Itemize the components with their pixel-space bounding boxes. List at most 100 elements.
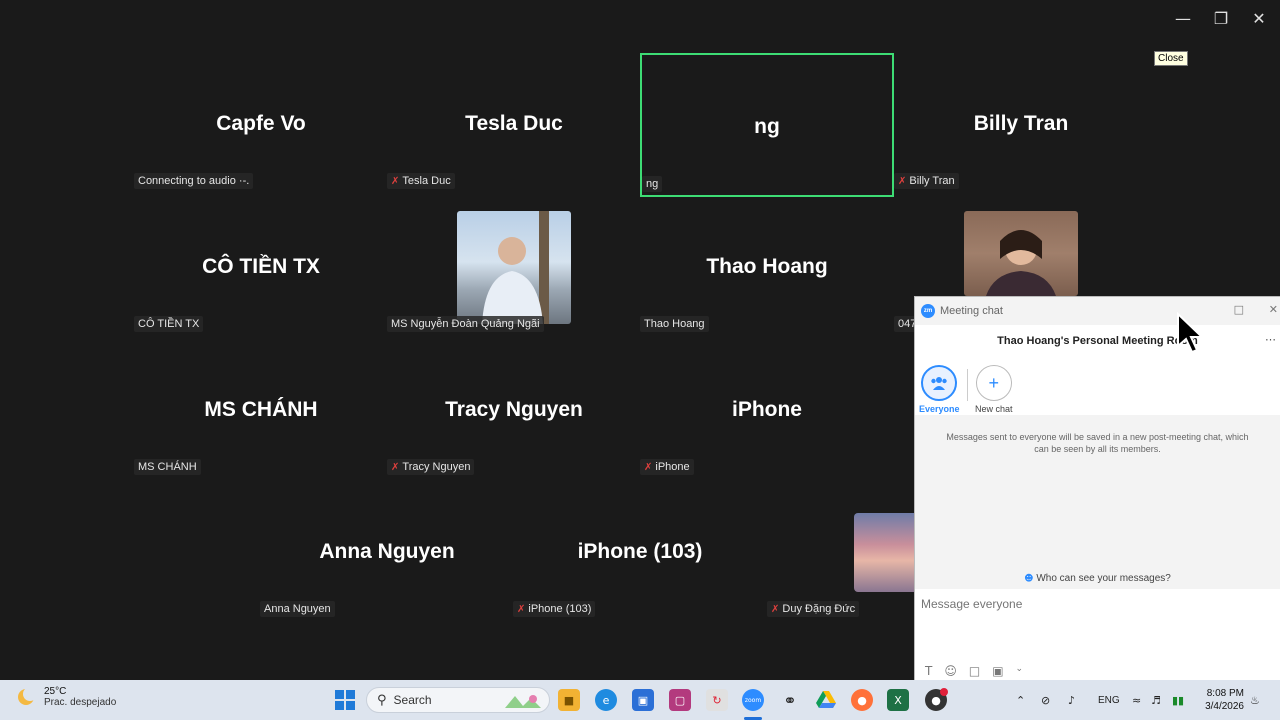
more-options-icon[interactable]: ⋯ xyxy=(1265,333,1276,346)
participant-label: ✗ Duy Đặng Đức xyxy=(767,601,860,617)
everyone-label: Everyone xyxy=(919,404,960,414)
participant-tile[interactable]: iPhone ✗ iPhone xyxy=(640,338,894,481)
sync-icon[interactable]: ↻ xyxy=(706,689,728,711)
participant-name: ng xyxy=(754,115,780,138)
restore-icon[interactable]: ❐ xyxy=(1202,6,1240,30)
participant-tile[interactable]: Tracy Nguyen ✗ Tracy Nguyen xyxy=(387,338,641,481)
active-speaker-tile[interactable]: ng ng xyxy=(640,53,894,197)
compose-area: T ☺ □ ▣ ⌄ xyxy=(915,589,1280,680)
participant-video-tile[interactable]: MS Nguyễn Đoàn Quảng Ngãi xyxy=(387,195,641,338)
globe-icon[interactable]: ⚭ xyxy=(779,689,801,711)
clock-date: 3/4/2026 xyxy=(1205,701,1244,712)
close-tooltip: Close xyxy=(1154,51,1188,66)
taskbar-search[interactable]: ⚲ Search xyxy=(366,687,550,713)
google-drive-icon[interactable] xyxy=(815,689,837,711)
participant-label-text: Tesla Duc xyxy=(402,175,451,187)
file-icon[interactable]: □ xyxy=(969,664,980,678)
chevron-down-icon[interactable]: ⌄ xyxy=(1016,664,1024,678)
participant-photo-icon xyxy=(986,230,1056,296)
participant-label-text: Connecting to audio ·-. xyxy=(138,175,250,187)
room-title: Thao Hoang's Personal Meeting Room xyxy=(997,335,1198,347)
participant-label-text: iPhone (103) xyxy=(528,603,592,615)
system-clock[interactable]: 8:08 PM 3/4/2026 xyxy=(1205,687,1244,713)
bluetooth-off-icon[interactable]: ⊘ xyxy=(1041,680,1050,720)
chat-window-title: Meeting chat xyxy=(940,305,1003,317)
participant-label: Thao Hoang xyxy=(640,316,709,332)
firefox-icon[interactable]: ● xyxy=(851,689,873,711)
participant-video xyxy=(964,211,1078,296)
people-icon xyxy=(921,365,958,401)
notifications-bell-icon[interactable]: ♨ xyxy=(1250,680,1260,720)
plus-icon: + xyxy=(975,365,1012,401)
participant-label: ng xyxy=(642,176,663,192)
zoom-app-icon[interactable]: zoom xyxy=(742,689,764,711)
participant-label: ✗ Tesla Duc xyxy=(387,173,455,189)
close-icon[interactable]: ✕ xyxy=(1240,6,1278,30)
participant-label-text: MS CHÁNH xyxy=(138,461,197,473)
who-can-see-link[interactable]: ☻ Who can see your messages? xyxy=(915,573,1280,584)
participant-name: MS CHÁNH xyxy=(204,398,318,421)
taskbar: 25°C Prac. despejado ⚲ Search ■ e ▣ ▢ ↻ … xyxy=(0,680,1280,720)
participant-tile[interactable]: Tesla Duc ✗ Tesla Duc xyxy=(387,52,641,195)
chat-titlebar[interactable]: zm Meeting chat □ ✕ xyxy=(915,297,1280,325)
participant-label: Connecting to audio ·-. xyxy=(134,173,254,189)
mic-muted-icon: ✗ xyxy=(391,175,400,187)
participant-label-text: MS Nguyễn Đoàn Quảng Ngãi xyxy=(391,318,540,330)
wifi-icon[interactable]: ≈ xyxy=(1132,680,1141,720)
participant-label: CÔ TIỀN TX xyxy=(134,316,204,332)
volume-icon[interactable]: ♬ xyxy=(1151,680,1161,720)
edge-browser-icon[interactable]: e xyxy=(595,689,617,711)
participant-name: iPhone xyxy=(731,398,802,421)
weather-widget[interactable]: 25°C Prac. despejado xyxy=(16,686,116,708)
weather-moon-icon xyxy=(18,687,37,705)
everyone-chat-button[interactable]: Everyone xyxy=(919,365,960,414)
mic-muted-icon: ✗ xyxy=(517,603,526,615)
clock-time: 8:08 PM xyxy=(1206,688,1244,699)
participant-tile[interactable]: MS CHÁNH MS CHÁNH xyxy=(134,338,388,481)
windows-start-icon[interactable] xyxy=(334,689,356,711)
participant-tile[interactable]: Thao Hoang Thao Hoang xyxy=(640,195,894,338)
weather-description: Prac. despejado xyxy=(44,697,117,708)
participant-label: MS CHÁNH xyxy=(134,459,201,475)
participant-label-text: Anna Nguyen xyxy=(264,603,331,615)
search-icon: ⚲ xyxy=(377,692,387,708)
participant-label-text: Duy Đặng Đức xyxy=(782,603,856,615)
participant-label: MS Nguyễn Đoàn Quảng Ngãi xyxy=(387,316,544,332)
chat-maximize-icon[interactable]: □ xyxy=(1234,303,1244,316)
store-icon[interactable]: ▣ xyxy=(632,689,654,711)
compose-toolbar: T ☺ □ ▣ ⌄ xyxy=(925,664,1023,678)
app-icon[interactable]: ▢ xyxy=(669,689,691,711)
participant-name: Thao Hoang xyxy=(706,255,828,278)
microphone-icon[interactable]: ♪ xyxy=(1068,680,1075,720)
excel-icon[interactable]: X xyxy=(887,689,909,711)
participant-tile[interactable]: Anna Nguyen Anna Nguyen xyxy=(260,480,514,623)
mouse-cursor-icon xyxy=(1177,312,1205,354)
participant-name: Billy Tran xyxy=(973,112,1069,135)
participant-label: ✗ iPhone xyxy=(640,459,694,475)
notification-badge xyxy=(940,688,948,696)
chat-close-icon[interactable]: ✕ xyxy=(1269,303,1278,316)
divider xyxy=(967,369,968,401)
participant-label-text: Billy Tran xyxy=(909,175,955,187)
new-chat-button[interactable]: + New chat xyxy=(975,365,1013,414)
language-indicator[interactable]: ENG xyxy=(1098,680,1120,720)
screenshot-icon[interactable]: ▣ xyxy=(992,664,1003,678)
battery-icon[interactable]: ▮▮ xyxy=(1172,680,1184,720)
participant-tile[interactable]: Billy Tran ✗ Billy Tran xyxy=(894,52,1148,195)
participant-label: ✗ Tracy Nguyen xyxy=(387,459,475,475)
show-hidden-icons[interactable]: ⌃ xyxy=(1016,680,1025,720)
file-explorer-icon[interactable]: ■ xyxy=(558,689,580,711)
participant-tile[interactable]: CÔ TIỀN TX CÔ TIỀN TX xyxy=(134,195,388,338)
participant-tile[interactable]: iPhone (103) ✗ iPhone (103) xyxy=(513,480,767,623)
mic-muted-icon: ✗ xyxy=(391,461,400,473)
chat-header: Thao Hoang's Personal Meeting Room ⋯ Eve… xyxy=(915,325,1280,415)
minimize-icon[interactable]: — xyxy=(1164,6,1202,30)
emoji-icon[interactable]: ☺ xyxy=(944,664,957,678)
participant-label: ✗ Billy Tran xyxy=(894,173,959,189)
text-format-icon[interactable]: T xyxy=(925,664,932,678)
participant-label: Anna Nguyen xyxy=(260,601,335,617)
mic-muted-icon: ✗ xyxy=(644,461,653,473)
participant-video xyxy=(854,513,914,592)
participant-tile[interactable]: Capfe Vo Connecting to audio ·-. xyxy=(134,52,388,195)
message-input[interactable] xyxy=(915,589,1280,619)
